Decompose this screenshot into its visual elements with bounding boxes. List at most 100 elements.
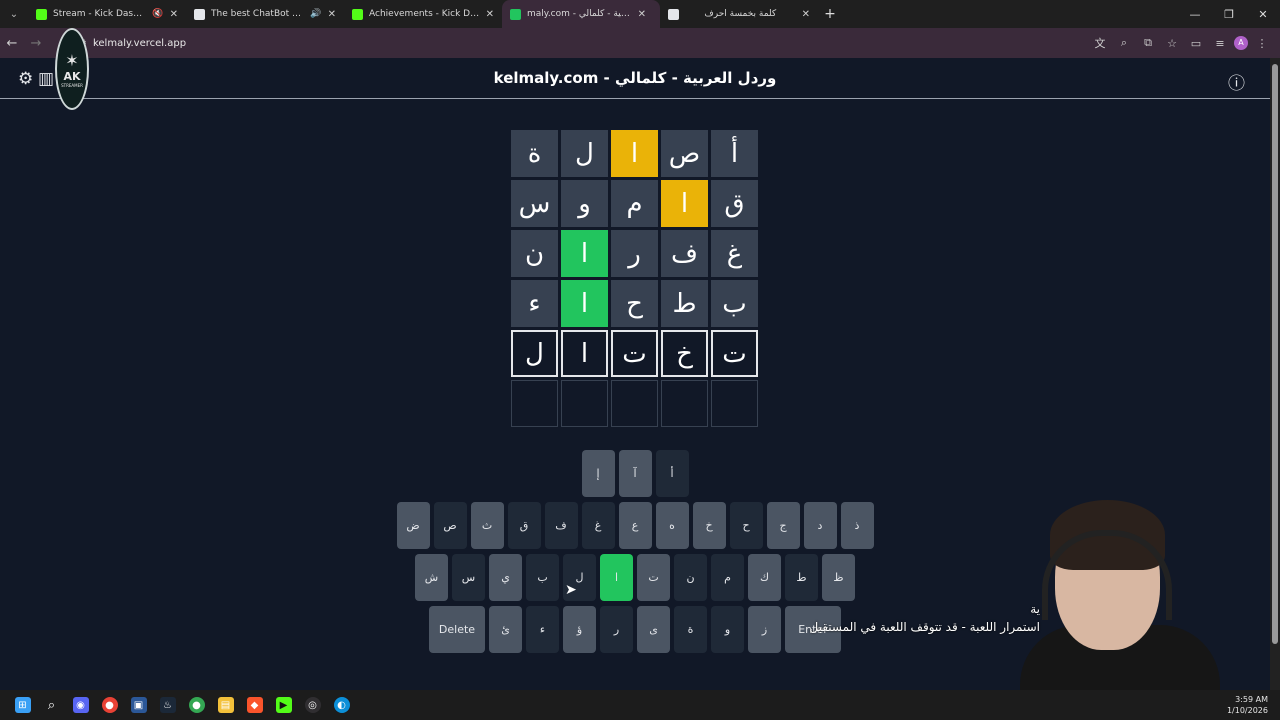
close-tab-icon[interactable]: ✕	[486, 9, 494, 20]
keyboard-key[interactable]: ي	[489, 554, 522, 601]
chrome-icon[interactable]: ●	[95, 690, 124, 720]
minimize-icon[interactable]: —	[1178, 8, 1212, 21]
kick-app-icon[interactable]: ▶	[269, 690, 298, 720]
board-tile: أ	[711, 130, 758, 177]
keyboard-key[interactable]: ش	[415, 554, 448, 601]
keyboard-key[interactable]: ب	[526, 554, 559, 601]
globe-icon	[510, 8, 521, 20]
back-icon[interactable]: ←	[0, 36, 24, 51]
info-icon[interactable]: ⓘ	[1228, 69, 1245, 94]
close-tab-icon[interactable]: ✕	[638, 9, 646, 20]
keyboard-key[interactable]: ك	[748, 554, 781, 601]
steam-icon[interactable]: ♨	[153, 690, 182, 720]
board-tile: غ	[711, 230, 758, 277]
translate-icon[interactable]: 文	[1090, 35, 1110, 51]
system-clock[interactable]: 3:59 AM 1/10/2026	[1227, 694, 1268, 716]
brave-icon[interactable]: ◆	[240, 690, 269, 720]
tab-search-chevron-icon[interactable]: ⌄	[0, 0, 28, 28]
windows-start-icon[interactable]: ⊞	[8, 690, 37, 720]
bookmark-star-icon[interactable]: ☆	[1162, 37, 1182, 50]
keyboard-key[interactable]: ى	[637, 606, 670, 653]
keyboard-key[interactable]: س	[452, 554, 485, 601]
obs-icon[interactable]: ◎	[298, 690, 327, 720]
keyboard-key[interactable]: آ	[618, 450, 652, 497]
url-field[interactable]: ⚙ kelmaly.vercel.app	[78, 38, 186, 49]
browser-menu-icon[interactable]: ⋮	[1252, 37, 1272, 50]
close-tab-icon[interactable]: ✕	[328, 9, 336, 20]
phoenix-icon: ✶	[65, 50, 79, 70]
profile-avatar-icon[interactable]: A	[1234, 36, 1248, 50]
scrollbar-thumb[interactable]	[1272, 64, 1278, 644]
browser-tab[interactable]: The best ChatBot and Widg 🔊 ✕	[186, 0, 344, 28]
keyboard-key[interactable]: ر	[600, 606, 633, 653]
zoom-icon[interactable]: ⌕	[1114, 36, 1134, 50]
kick-icon	[36, 8, 47, 20]
keyboard-key[interactable]: ف	[544, 502, 578, 549]
page-header: ⚙ ▥ kelmaly.com - وردل العربية - كلمالي …	[0, 58, 1270, 99]
address-bar-actions: 文 ⌕ ⧉ ☆ ▭ ≡ A ⋮	[1090, 35, 1280, 51]
keyboard-key[interactable]: ص	[433, 502, 467, 549]
keyboard-key[interactable]: أ	[655, 450, 689, 497]
media-controls-icon[interactable]: ≡	[1210, 37, 1230, 50]
app-icon[interactable]: ▣	[124, 690, 153, 720]
tab-title: كلمة بخمسة أحرف	[704, 9, 777, 19]
keyboard-key[interactable]: ع	[618, 502, 652, 549]
keyboard-key[interactable]: ت	[637, 554, 670, 601]
close-window-icon[interactable]: ✕	[1246, 8, 1280, 21]
file-explorer-icon[interactable]: ▤	[211, 690, 240, 720]
board-tile	[611, 380, 658, 427]
keyboard-key[interactable]: ح	[729, 502, 763, 549]
install-app-icon[interactable]: ⧉	[1138, 36, 1158, 50]
new-tab-button[interactable]: +	[818, 6, 842, 22]
stats-chart-icon[interactable]: ▥	[38, 69, 54, 89]
settings-gear-icon[interactable]: ⚙	[18, 69, 33, 89]
keyboard-key[interactable]: ط	[785, 554, 818, 601]
keyboard-key[interactable]: و	[711, 606, 744, 653]
chrome-profile-icon[interactable]: ●	[182, 690, 211, 720]
browser-tab-bar: ⌄ Stream - Kick Dashboard🔇✕The best Chat…	[0, 0, 1280, 28]
forward-icon[interactable]: →	[24, 36, 48, 51]
keyboard-key[interactable]: ا	[600, 554, 633, 601]
muted-tab-icon[interactable]: 🔇	[152, 9, 163, 19]
delete-key[interactable]: Delete	[429, 606, 485, 653]
keyboard-key[interactable]: ن	[674, 554, 707, 601]
guess-board: ةلاصأسوماقنارفغءاحطبلاتخت	[511, 130, 758, 427]
keyboard-key[interactable]: ه	[655, 502, 689, 549]
page-scrollbar[interactable]	[1270, 58, 1280, 690]
keyboard-key[interactable]: م	[711, 554, 744, 601]
restore-icon[interactable]: ❐	[1212, 8, 1246, 21]
keyboard-key[interactable]: غ	[581, 502, 615, 549]
chatbot-icon	[194, 8, 205, 20]
search-icon[interactable]: ⌕	[37, 690, 66, 720]
cast-icon[interactable]: ▭	[1186, 37, 1206, 50]
keyboard-key[interactable]: ث	[470, 502, 504, 549]
window-controls: — ❐ ✕	[1178, 8, 1280, 21]
keyboard-key[interactable]: د	[803, 502, 837, 549]
board-tile	[711, 380, 758, 427]
keyboard-key[interactable]: خ	[692, 502, 726, 549]
keyboard-key[interactable]: ذ	[840, 502, 874, 549]
keyboard-key[interactable]: ض	[396, 502, 430, 549]
keyboard-key[interactable]: ج	[766, 502, 800, 549]
browser-tab[interactable]: Stream - Kick Dashboard 🔇 ✕	[28, 0, 186, 28]
keyboard-key[interactable]: ظ	[822, 554, 855, 601]
edge-icon[interactable]: ◐	[327, 690, 356, 720]
board-tile: ة	[511, 130, 558, 177]
close-tab-icon[interactable]: ✕	[170, 9, 178, 20]
keyboard-key[interactable]: ء	[526, 606, 559, 653]
audio-playing-icon[interactable]: 🔊	[310, 9, 321, 19]
board-tile: ر	[611, 230, 658, 277]
keyboard-key[interactable]: ئ	[489, 606, 522, 653]
keyboard-key[interactable]: إ	[581, 450, 615, 497]
keyboard-key[interactable]: ق	[507, 502, 541, 549]
keyboard-key[interactable]: ة	[674, 606, 707, 653]
streamer-logo: ✶ AK STREAMER	[55, 28, 89, 110]
keyboard-key[interactable]: ز	[748, 606, 781, 653]
keyboard-key[interactable]: ؤ	[563, 606, 596, 653]
close-tab-icon[interactable]: ✕	[802, 9, 810, 20]
browser-tab[interactable]: كلمة بخمسة أحرف ✕	[660, 0, 818, 28]
browser-tab[interactable]: maly.com - وردل العربية - كلمالي ✕	[502, 0, 660, 28]
browser-tab[interactable]: Achievements - Kick Dashboard ✕	[344, 0, 502, 28]
discord-icon[interactable]: ◉	[66, 690, 95, 720]
subtitle-line-2: استمرار اللعبة - قد تتوقف اللعبة في المس…	[809, 620, 1040, 634]
